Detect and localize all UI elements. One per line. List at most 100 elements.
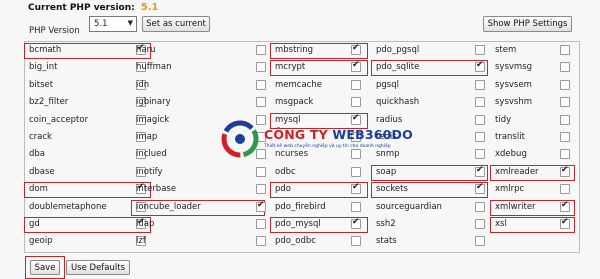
extension-label: ssh2 [376,219,396,229]
extension-label: ldap [136,219,155,229]
brand-name: CÔNG TY WEB360DO [264,127,413,142]
extension-label: bcmath [29,45,62,55]
extension-checkbox[interactable] [475,219,485,229]
extension-label: igbinary [136,97,171,108]
extension-item-sysvshm: sysvshm [491,96,574,110]
extension-item-pdo_odbc: pdo_odbc [271,235,367,249]
extension-checkbox[interactable] [560,62,570,73]
extension-checkbox[interactable] [560,149,570,160]
extension-label: pdo_mysql [275,219,321,229]
chevron-down-icon: ▼ [127,19,133,27]
extension-checkbox[interactable] [256,219,266,229]
extension-checkbox[interactable] [351,166,361,177]
extension-checkbox[interactable] [560,200,570,212]
extension-item-sockets: sockets [371,182,488,199]
extension-label: pdo_pgsql [376,45,420,55]
extension-checkbox[interactable] [560,97,570,108]
extension-label: dbase [29,166,55,177]
extension-checkbox[interactable] [351,79,361,90]
extension-label: pdo_sqlite [376,62,420,73]
extension-checkbox[interactable] [560,45,570,55]
php-version-label: PHP Version [29,26,80,36]
extension-checkbox[interactable] [351,97,361,108]
extension-checkbox[interactable] [256,97,266,108]
extension-label: msgpack [275,97,314,108]
extension-checkbox[interactable] [560,79,570,90]
extension-item-translit: translit [491,131,574,145]
extension-label: interbase [136,184,177,195]
extension-item-lzf: lzf [132,235,266,249]
extension-checkbox[interactable] [475,201,485,212]
extension-checkbox[interactable] [560,217,570,229]
extension-label: xmlrpc [495,184,525,195]
php-version-value: 5.1 [94,19,108,29]
extension-checkbox[interactable] [560,184,570,195]
extension-checkbox[interactable] [475,45,485,55]
watermark-logo: CÔNG TY WEB360DO Thiết kế web chuyên ngh… [218,115,418,165]
extension-label: geoip [29,236,53,247]
extension-checkbox[interactable] [560,132,570,142]
extension-label: coin_acceptor [29,114,89,125]
use-defaults-button[interactable]: Use Defaults [66,260,130,275]
extension-checkbox[interactable] [256,200,266,212]
extension-label: sysvshm [495,97,533,108]
extension-label: idn [136,79,150,90]
extension-item-quickhash: quickhash [372,96,487,110]
extension-item-pgsql: pgsql [372,79,487,93]
extension-item-xmlreader: xmlreader [490,164,575,181]
extension-label: tidy [495,114,512,125]
extension-label: stats [376,236,397,247]
current-version: 5.1 [140,2,159,13]
brand-tagline: Thiết kế web chuyên nghiệp và uy tín cho… [264,144,391,149]
extension-checkbox[interactable] [256,184,266,195]
extension-item-idn: idn [132,79,266,93]
extension-checkbox[interactable] [475,114,485,125]
extension-checkbox[interactable] [256,166,266,177]
extension-item-xmlrpc: xmlrpc [491,183,574,197]
extension-checkbox[interactable] [560,165,570,177]
extension-checkbox[interactable] [256,45,266,55]
extension-item-huffman: huffman [132,61,266,75]
extension-item-sourceguardian: sourceguardian [372,201,487,215]
extension-item-ssh2: ssh2 [372,218,487,232]
extension-label: memcache [275,79,322,90]
extension-label: sysvmsg [495,62,533,73]
set-as-current-button[interactable]: Set as current [142,16,210,32]
extension-label: sysvsem [495,79,532,90]
extension-checkbox[interactable] [475,236,485,247]
php-version-select[interactable]: 5.1 ▼ [89,16,137,32]
extension-item-xsl: xsl [490,217,575,233]
extension-label: pgsql [376,79,399,90]
extension-item-haru: haru [132,44,266,58]
title-label: Current PHP version: [28,3,135,13]
extension-item-stats: stats [372,235,487,249]
extension-label: xmlwriter [495,201,536,212]
extension-label: xmlreader [495,166,539,177]
extension-checkbox[interactable] [475,97,485,108]
extension-checkbox[interactable] [351,236,361,247]
extension-item-igbinary: igbinary [132,96,266,110]
extension-checkbox[interactable] [256,236,266,247]
extension-checkbox[interactable] [256,62,266,73]
extension-checkbox[interactable] [560,114,570,125]
extension-checkbox[interactable] [475,79,485,90]
extension-checkbox[interactable] [351,43,361,55]
extension-checkbox[interactable] [351,201,361,212]
extension-label: huffman [136,62,172,73]
extension-checkbox[interactable] [475,165,485,177]
show-php-settings-button[interactable]: Show PHP Settings [483,16,572,32]
extension-checkbox[interactable] [475,182,485,195]
extension-checkbox[interactable] [256,79,266,90]
save-button[interactable]: Save [30,260,60,275]
extension-checkbox[interactable] [475,132,485,142]
extension-checkbox[interactable] [351,217,361,229]
extension-checkbox[interactable] [475,149,485,160]
extension-label: soap [376,166,397,177]
extension-checkbox[interactable] [351,182,361,195]
extension-item-pdo_sqlite: pdo_sqlite [371,60,488,77]
extension-item-sysvsem: sysvsem [491,79,574,93]
extension-checkbox[interactable] [351,60,361,73]
extension-label: inclued [136,149,167,160]
extension-checkbox[interactable] [475,60,485,73]
extension-item-odbc: odbc [271,166,367,180]
